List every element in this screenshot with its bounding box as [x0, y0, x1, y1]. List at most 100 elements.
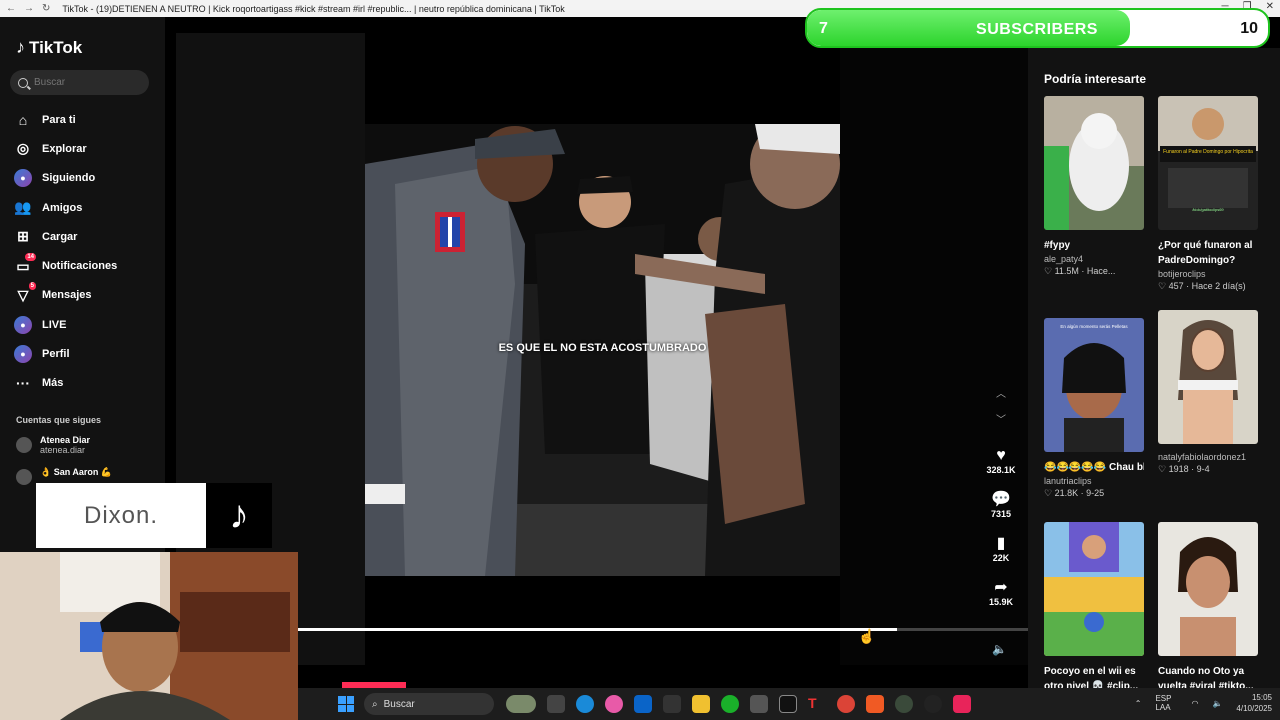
sidebar-item-label: Notificaciones [42, 260, 118, 273]
tiktok-live-icon[interactable] [953, 695, 971, 713]
upload-icon: ⊞ [17, 228, 29, 245]
save-count: 22K [992, 553, 1010, 563]
video-player[interactable]: ES QUE EL NO ESTA ACOSTUMBRADO [365, 124, 840, 576]
card-author: natalyfabiolaordonez1 [1158, 452, 1247, 462]
search-box[interactable] [10, 70, 149, 95]
sidebar-item-para-ti[interactable]: ⌂ Para ti [14, 105, 117, 134]
volume-icon[interactable]: 🔈 [992, 642, 1007, 656]
comment-count: 7315 [990, 509, 1012, 519]
more-icon: ··· [16, 375, 30, 392]
subscriber-count: 7 [819, 20, 828, 37]
following-name: Atenea Diar [40, 435, 91, 445]
speaker-icon[interactable]: 🔈 [1212, 699, 1222, 708]
sidebar-item-amigos[interactable]: 👥 Amigos [14, 193, 117, 222]
video-card[interactable]: Pocoyo en el wii es otro nivel 💀 #clip..… [1044, 522, 1144, 694]
outlook-icon[interactable] [634, 695, 652, 713]
avatar [16, 469, 32, 485]
search-input[interactable] [34, 77, 134, 88]
search-icon [18, 77, 28, 88]
live-icon: ● [14, 315, 32, 334]
logo-text: TikTok [29, 37, 83, 57]
avatar [16, 437, 32, 453]
tiktok-logo[interactable]: ♪ TikTok [16, 37, 82, 58]
card-author: lanutriaclips [1044, 476, 1092, 486]
video-card[interactable]: Cuando no Oto ya vuelta #viral #tikto... [1158, 522, 1258, 694]
chevron-up-icon[interactable]: ︿ [985, 385, 1017, 411]
obs-icon[interactable] [924, 695, 942, 713]
notification-badge: 14 [25, 253, 36, 262]
taskbar-apps: T [506, 695, 971, 713]
subscriber-goal: 10 [1240, 20, 1258, 37]
chevron-down-icon[interactable]: ﹀ [985, 411, 1017, 437]
clock[interactable]: 15:05 4/10/2025 [1236, 692, 1272, 714]
following-icon: ● [14, 169, 32, 188]
lang-indicator[interactable]: ESP LAA [1155, 694, 1177, 712]
comment-button[interactable]: 💬 7315 [985, 491, 1017, 525]
forward-icon[interactable]: → [24, 3, 34, 14]
progress-fill [298, 628, 897, 631]
play-icon[interactable] [721, 695, 739, 713]
clock-time: 15:05 [1251, 693, 1272, 702]
share-button[interactable]: ➦ 15.9K [985, 579, 1017, 613]
task-view-icon[interactable] [547, 695, 565, 713]
taskbar-search[interactable]: ⌕ Buscar [364, 693, 494, 715]
recommendations-heading: Podría interesarte [1044, 72, 1147, 86]
card-thumbnail: En algún momento serás Pelletas [1044, 318, 1144, 452]
xbox-icon[interactable] [895, 695, 913, 713]
video-card[interactable]: Funaron al Padre Domingo por Hipocrita /… [1158, 96, 1258, 292]
card-thumbnail [1158, 310, 1258, 444]
tiktok-note-icon: ♪ [16, 37, 25, 57]
video-progress-bar[interactable] [298, 628, 1028, 631]
card-thumbnail [1044, 96, 1144, 230]
sidebar-item-m-s[interactable]: ··· Más [14, 369, 117, 398]
sidebar-item-label: Más [42, 377, 64, 390]
following-handle: atenea.diar [40, 445, 86, 455]
music-icon[interactable] [750, 695, 768, 713]
chevron-up-icon[interactable]: ⌃ [1135, 699, 1142, 708]
folder-icon[interactable] [692, 695, 710, 713]
copilot-icon[interactable] [605, 695, 623, 713]
video-card[interactable]: En algún momento serás Pelletas 😂😂😂😂😂 Ch… [1044, 318, 1144, 499]
brand-overlay: Dixon. [36, 483, 206, 548]
notification-badge: 5 [28, 282, 36, 291]
edge-icon[interactable] [576, 695, 594, 713]
brave-icon[interactable] [866, 695, 884, 713]
video-card[interactable]: natalyfabiolaordonez1 ♡ 1918 · 9-4 [1158, 310, 1258, 475]
close-icon[interactable]: ✕ [1266, 1, 1274, 12]
browser-title: TikTok - (19)DETIENEN A NEUTRO | Kick ro… [62, 3, 565, 14]
video-card[interactable]: #fypy ale_paty4 ♡ 11.5M · Hace... [1044, 96, 1144, 277]
text-editor-icon[interactable]: T [808, 695, 826, 713]
card-meta: ♡ 457 · Hace 2 día(s) [1158, 281, 1246, 291]
card-author: ale_paty4 [1044, 254, 1084, 264]
heart-icon: ♥ [996, 447, 1006, 464]
friends-icon: 👥 [14, 199, 32, 216]
clock-date: 4/10/2025 [1236, 704, 1272, 713]
windows-start-icon[interactable] [338, 696, 354, 712]
like-button[interactable]: ♥ 328.1K [985, 447, 1017, 481]
sidebar-item-siguiendo[interactable]: ● Siguiendo [14, 164, 117, 193]
compass-icon: ◎ [16, 140, 30, 157]
chrome-icon[interactable] [837, 695, 855, 713]
following-item[interactable]: Atenea Diar atenea.diar [16, 435, 112, 467]
capcut-icon[interactable] [663, 695, 681, 713]
sidebar-item-notificaciones[interactable]: ▭ 14 Notificaciones [14, 251, 117, 280]
sidebar-item-mensajes[interactable]: ▽ 5 Mensajes [14, 281, 117, 310]
wifi-icon[interactable]: ◠ [1191, 699, 1198, 708]
portrait-thumbnail [1158, 310, 1258, 444]
kick-thumb-text: /kick/gatitoclips69 [1192, 207, 1224, 212]
card-meta: ♡ 11.5M · Hace... [1044, 266, 1116, 276]
sidebar-item-perfil[interactable]: ● Perfil [14, 339, 117, 368]
widgets-icon[interactable] [506, 695, 536, 713]
profile-icon: ● [14, 345, 32, 364]
sidebar-item-cargar[interactable]: ⊞ Cargar [14, 222, 117, 251]
subscriber-label: SUBSCRIBERS [976, 21, 1098, 38]
tiktok-app-icon[interactable] [779, 695, 797, 713]
save-button[interactable]: ▮ 22K [985, 535, 1017, 569]
reload-icon[interactable]: ↻ [42, 3, 50, 14]
comment-icon: 💬 [991, 491, 1011, 508]
video-caption: ES QUE EL NO ESTA ACOSTUMBRADO [498, 342, 707, 354]
card-meta: ♡ 21.8K · 9-25 [1044, 488, 1105, 498]
sidebar-item-explorar[interactable]: ◎ Explorar [14, 134, 117, 163]
sidebar-item-live[interactable]: ● LIVE [14, 310, 117, 339]
back-icon[interactable]: ← [6, 3, 16, 14]
